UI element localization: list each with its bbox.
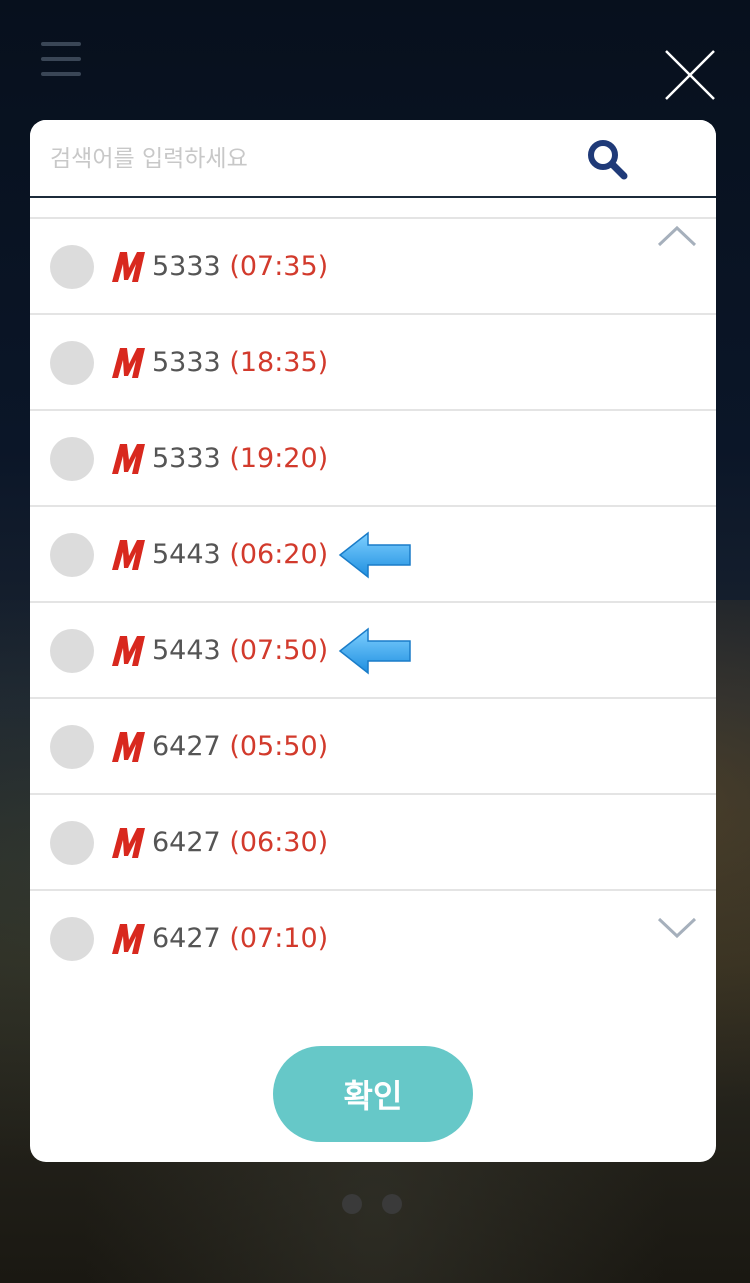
m-bus-logo-icon xyxy=(112,636,145,666)
route-time: (06:30) xyxy=(229,827,329,858)
route-time: (06:20) xyxy=(229,539,329,570)
route-option[interactable]: 5443 (07:50) xyxy=(30,603,716,699)
m-bus-logo-icon xyxy=(112,828,145,858)
arrow-left-icon xyxy=(338,627,411,675)
radio-button[interactable] xyxy=(50,821,94,865)
route-number: 6427 xyxy=(152,827,221,858)
route-number: 5333 xyxy=(152,251,221,282)
route-option[interactable]: 5333 (18:35) xyxy=(30,315,716,411)
m-bus-logo-icon xyxy=(112,540,145,570)
radio-button[interactable] xyxy=(50,725,94,769)
route-time: (07:35) xyxy=(229,251,329,282)
route-label: 5333 (18:35) xyxy=(152,343,328,383)
page-dot[interactable] xyxy=(342,1194,362,1214)
route-option[interactable]: 5333 (07:35) xyxy=(30,219,716,315)
radio-button[interactable] xyxy=(50,341,94,385)
route-number: 5333 xyxy=(152,443,221,474)
route-label: 5333 (19:20) xyxy=(152,439,328,479)
route-option[interactable]: 6427 (07:10) xyxy=(30,891,716,966)
route-number: 6427 xyxy=(152,731,221,762)
page-dot[interactable] xyxy=(382,1194,402,1214)
route-label: 5443 (07:50) xyxy=(152,631,328,671)
route-label: 5333 (07:35) xyxy=(152,247,328,287)
m-bus-logo-icon xyxy=(112,924,145,954)
route-label: 6427 (07:10) xyxy=(152,919,328,959)
route-label: 5443 (06:20) xyxy=(152,535,328,575)
radio-button[interactable] xyxy=(50,629,94,673)
m-bus-logo-icon xyxy=(112,444,145,474)
radio-button[interactable] xyxy=(50,533,94,577)
route-number: 5443 xyxy=(152,539,221,570)
m-bus-logo-icon xyxy=(112,252,145,282)
chevron-down-icon[interactable] xyxy=(656,915,698,941)
chevron-up-icon[interactable] xyxy=(656,223,698,249)
route-select-modal: 5333 (07:00) 5333 (07:35) 5333 (18:35) 5… xyxy=(30,120,716,1162)
route-time: (19:20) xyxy=(229,443,329,474)
menu-icon[interactable] xyxy=(41,42,81,76)
close-icon[interactable] xyxy=(663,48,717,102)
search-icon[interactable] xyxy=(584,136,630,182)
route-option[interactable]: 5443 (06:20) xyxy=(30,507,716,603)
radio-button[interactable] xyxy=(50,437,94,481)
route-option[interactable]: 5333 (07:00) xyxy=(30,198,716,219)
route-option[interactable]: 5333 (19:20) xyxy=(30,411,716,507)
arrow-left-icon xyxy=(338,531,411,579)
route-option[interactable]: 6427 (05:50) xyxy=(30,699,716,795)
route-number: 5443 xyxy=(152,635,221,666)
route-time: (18:35) xyxy=(229,347,329,378)
search-input[interactable] xyxy=(50,138,570,180)
route-number: 5333 xyxy=(152,347,221,378)
radio-button[interactable] xyxy=(50,245,94,289)
route-time: (07:10) xyxy=(229,923,329,954)
route-label: 6427 (06:30) xyxy=(152,823,328,863)
route-number: 6427 xyxy=(152,923,221,954)
route-list[interactable]: 5333 (07:00) 5333 (07:35) 5333 (18:35) 5… xyxy=(30,198,716,966)
search-bar xyxy=(30,120,716,198)
route-time: (05:50) xyxy=(229,731,329,762)
m-bus-logo-icon xyxy=(112,348,145,378)
confirm-button[interactable]: 확인 xyxy=(273,1046,473,1142)
route-time: (07:50) xyxy=(229,635,329,666)
radio-button[interactable] xyxy=(50,917,94,961)
m-bus-logo-icon xyxy=(112,732,145,762)
route-option[interactable]: 6427 (06:30) xyxy=(30,795,716,891)
route-label: 6427 (05:50) xyxy=(152,727,328,767)
page-indicator xyxy=(342,1194,402,1214)
